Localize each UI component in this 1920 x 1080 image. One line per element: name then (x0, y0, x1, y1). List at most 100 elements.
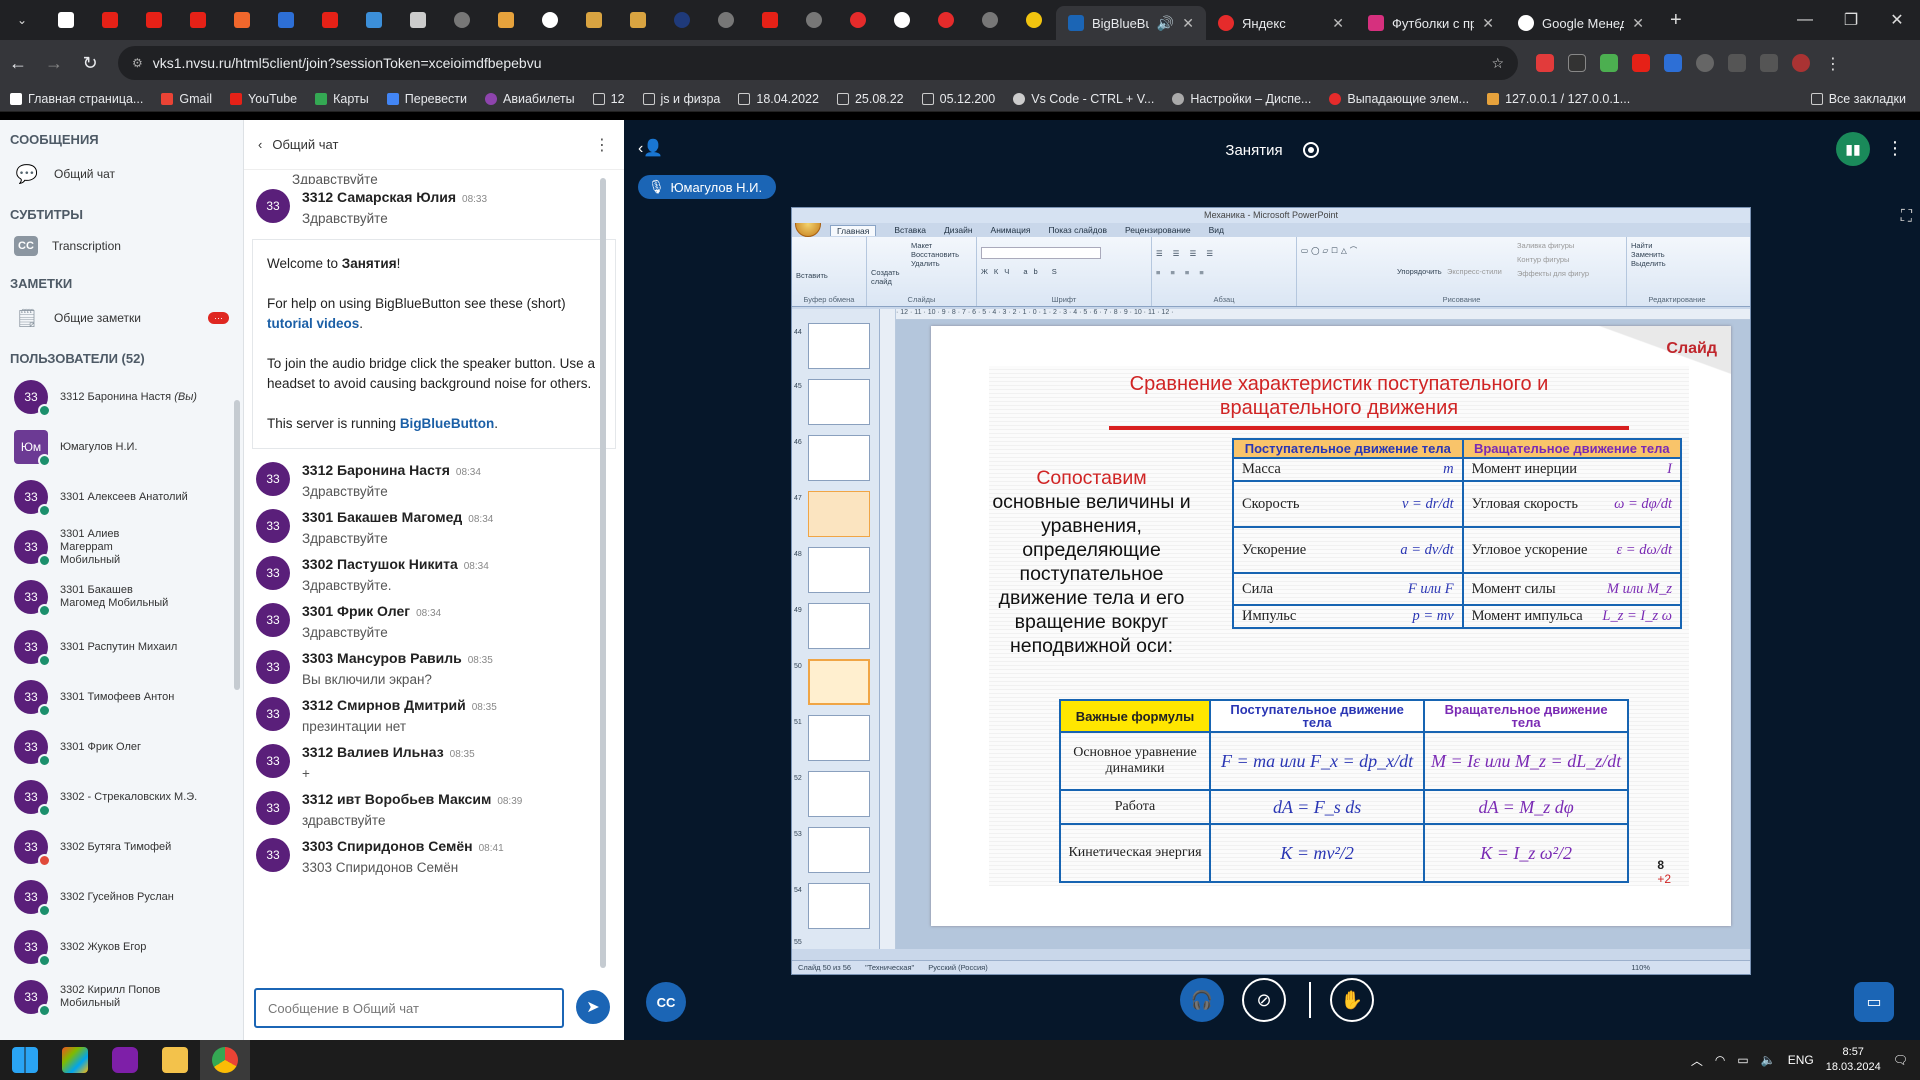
profile-avatar[interactable] (1792, 54, 1810, 72)
bookmark-folder[interactable]: 25.08.22 (836, 92, 904, 106)
transcription-item[interactable]: CC Transcription (0, 228, 243, 264)
slide-thumbnail[interactable] (808, 603, 870, 649)
language-indicator[interactable]: ENG (1788, 1053, 1814, 1067)
video-button[interactable]: ⊘ (1242, 978, 1286, 1022)
pinned-tab[interactable] (220, 0, 264, 40)
menu-icon[interactable]: ⋮ (1824, 54, 1842, 73)
user-item[interactable]: 33 3301 Алексеев Анатолий (0, 472, 243, 522)
pinned-tab[interactable] (572, 0, 616, 40)
talking-indicator[interactable]: 🎙 Юмагулов Н.И. (638, 175, 777, 199)
clock[interactable]: 8:57 18.03.2024 (1826, 1045, 1881, 1075)
pinned-tab[interactable] (352, 0, 396, 40)
pinned-tab[interactable] (792, 0, 836, 40)
pinned-tab[interactable] (1012, 0, 1056, 40)
reload-icon[interactable]: ↻ (72, 53, 108, 74)
bookmark[interactable]: YouTube (230, 92, 297, 106)
pinned-tab[interactable] (132, 0, 176, 40)
bookmark[interactable]: Карты (315, 92, 369, 106)
all-bookmarks[interactable]: Все закладки (1810, 92, 1906, 106)
vpn-icon[interactable] (1696, 54, 1714, 72)
toggle-userlist-icon[interactable]: ‹👤 (638, 138, 663, 158)
user-item[interactable]: 33 3302 Гусейнов Руслан (0, 872, 243, 922)
user-item[interactable]: 33 3302 Жуков Егор (0, 922, 243, 972)
bookmark-folder[interactable]: 18.04.2022 (738, 92, 819, 106)
extension-icon[interactable] (1536, 54, 1554, 72)
site-info-icon[interactable]: ⚙ (132, 56, 143, 70)
slide-thumbnail-selected[interactable] (808, 659, 870, 705)
connection-status-icon[interactable]: ▮▮ (1836, 132, 1870, 166)
tab-search-icon[interactable]: ⌄ (0, 0, 44, 40)
pinned-tab[interactable] (88, 0, 132, 40)
chat-message-input[interactable]: Сообщение в Общий чат (254, 988, 564, 1028)
shared-notes-item[interactable]: 🗒 Общие заметки ··· (0, 297, 243, 339)
bookmark-folder[interactable]: 12 (592, 92, 625, 106)
user-item[interactable]: 33 3312 Баронина Настя (Вы) (0, 372, 243, 422)
taskbar-app[interactable] (50, 1040, 100, 1080)
slide-thumbnail[interactable] (808, 883, 870, 929)
pinned-tab[interactable] (176, 0, 220, 40)
youtube-extension-icon[interactable] (1632, 54, 1650, 72)
bookmark[interactable]: Gmail (161, 92, 212, 106)
bookmark-star-icon[interactable]: ☆ (1491, 55, 1504, 72)
presentation-toggle-button[interactable]: ▭ (1854, 982, 1894, 1022)
restore-icon[interactable]: ❐ (1828, 0, 1874, 40)
captions-button[interactable]: CC (646, 982, 686, 1022)
slide-thumbnail[interactable] (808, 435, 870, 481)
user-item[interactable]: 33 3301 Алиев Магерраm Мобильный (0, 522, 243, 572)
taskbar-app-chrome[interactable] (200, 1040, 250, 1080)
user-item[interactable]: 33 3301 Бакашев Магомед Мобильный (0, 572, 243, 622)
public-chat-item[interactable]: 💬 Общий чат (0, 153, 243, 195)
bbb-link[interactable]: BigBlueButton (400, 416, 494, 431)
user-item[interactable]: 33 3302 Бутяга Тимофей (0, 822, 243, 872)
pinned-tab[interactable] (616, 0, 660, 40)
wifi-icon[interactable]: ◠ (1715, 1053, 1725, 1067)
user-list-scrollbar[interactable] (234, 400, 240, 690)
close-icon[interactable]: ✕ (1482, 15, 1494, 32)
minimize-icon[interactable]: — (1782, 0, 1828, 40)
pinned-tab[interactable] (968, 0, 1012, 40)
tutorial-link[interactable]: tutorial videos (267, 316, 359, 331)
chevron-up-icon[interactable]: ︿ (1691, 1052, 1703, 1069)
slide-thumbnail[interactable] (808, 323, 870, 369)
pinned-tab[interactable] (748, 0, 792, 40)
pinned-tab[interactable] (660, 0, 704, 40)
user-item[interactable]: 33 3302 Кирилл Попов Мобильный (0, 972, 243, 1022)
url-field[interactable]: ⚙ vks1.nvsu.ru/html5client/join?sessionT… (118, 46, 1518, 80)
pinned-tab[interactable] (528, 0, 572, 40)
taskbar-app[interactable] (150, 1040, 200, 1080)
slide-thumbnail[interactable] (808, 715, 870, 761)
pinned-tab[interactable] (880, 0, 924, 40)
pinned-tab[interactable] (44, 0, 88, 40)
fullscreen-icon[interactable]: ⛶ (1901, 208, 1912, 226)
download-extension-icon[interactable] (1600, 54, 1618, 72)
bookmark-folder[interactable]: 05.12.200 (921, 92, 995, 106)
audio-button[interactable]: 🎧 (1180, 978, 1224, 1022)
sidepanel-icon[interactable] (1760, 54, 1778, 72)
pinned-tab[interactable] (836, 0, 880, 40)
options-menu-icon[interactable]: ⋮ (1886, 138, 1904, 159)
back-icon[interactable]: ← (0, 53, 36, 74)
notifications-icon[interactable]: 🗨 (1893, 1053, 1908, 1067)
taskbar-app[interactable] (100, 1040, 150, 1080)
bookmark[interactable]: 127.0.0.1 / 127.0.0.1... (1487, 92, 1630, 106)
close-icon[interactable]: ✕ (1332, 15, 1344, 32)
bookmark[interactable]: Настройки – Диспе... (1172, 92, 1311, 106)
chevron-left-icon[interactable]: ‹ (258, 137, 262, 152)
battery-icon[interactable]: ▭ (1737, 1053, 1748, 1067)
start-button[interactable] (0, 1040, 50, 1080)
slide-thumbnail[interactable] (808, 771, 870, 817)
pinned-tab[interactable] (704, 0, 748, 40)
chat-scrollbar[interactable] (600, 178, 606, 968)
close-window-icon[interactable]: ✕ (1874, 0, 1920, 40)
bookmark[interactable]: Vs Code - CTRL + V... (1013, 92, 1154, 106)
tab-tshirts[interactable]: Футболки с пр ✕ (1356, 6, 1506, 40)
new-tab-button[interactable]: + (1670, 9, 1682, 32)
pinned-tab[interactable] (440, 0, 484, 40)
user-item[interactable]: Юм Юмагулов Н.И. (0, 422, 243, 472)
user-item[interactable]: 33 3301 Тимофеев Антон (0, 672, 243, 722)
bookmark[interactable]: Выпадающие элем... (1329, 92, 1469, 106)
tab-google-manager[interactable]: Google Менедж ✕ (1506, 6, 1656, 40)
bookmark[interactable]: Главная страница... (10, 92, 143, 106)
pinned-tab[interactable] (396, 0, 440, 40)
pinned-tab[interactable] (308, 0, 352, 40)
